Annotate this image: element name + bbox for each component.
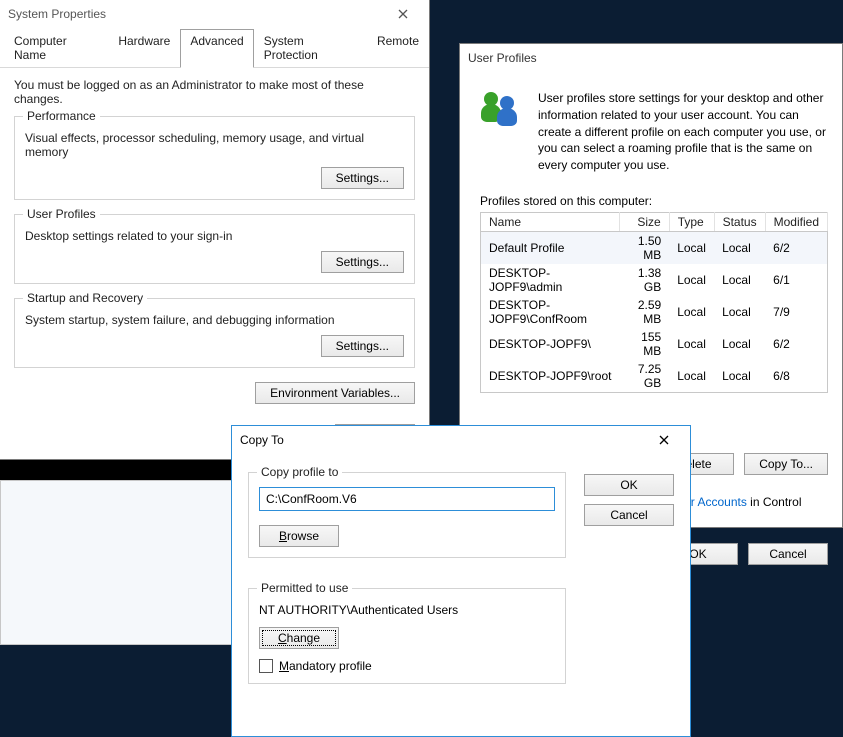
cell-size: 2.59 MB [620, 296, 669, 328]
window-title: System Properties [8, 7, 106, 21]
cell-size: 1.50 MB [620, 231, 669, 264]
cell-status: Local [714, 231, 765, 264]
titlebar[interactable]: System Properties [0, 0, 429, 28]
titlebar[interactable]: User Profiles [460, 44, 842, 72]
mandatory-profile-checkbox[interactable] [259, 659, 273, 673]
col-name[interactable]: Name [481, 212, 620, 231]
tab-advanced[interactable]: Advanced [180, 29, 253, 68]
close-icon[interactable] [383, 0, 423, 28]
permitted-principal: NT AUTHORITY\Authenticated Users [259, 603, 555, 617]
close-icon[interactable] [644, 426, 684, 454]
group-permitted-to-use: Permitted to use NT AUTHORITY\Authentica… [248, 588, 566, 684]
cell-modified: 6/2 [765, 231, 827, 264]
cell-size: 155 MB [620, 328, 669, 360]
users-icon [480, 90, 524, 134]
window-title: User Profiles [468, 51, 537, 65]
admin-note: You must be logged on as an Administrato… [14, 78, 415, 106]
group-legend: Permitted to use [257, 581, 352, 595]
tab-computer-name[interactable]: Computer Name [4, 29, 108, 68]
copy-profile-path-input[interactable] [259, 487, 555, 511]
cell-size: 1.38 GB [620, 264, 669, 296]
cancel-button[interactable]: Cancel [584, 504, 674, 526]
startup-settings-button[interactable]: Settings... [321, 335, 404, 357]
group-startup-recovery: Startup and Recovery System startup, sys… [14, 298, 415, 368]
cell-size: 7.25 GB [620, 360, 669, 393]
cell-modified: 6/2 [765, 328, 827, 360]
user-profiles-text: Desktop settings related to your sign-in [25, 229, 404, 243]
copy-to-button[interactable]: Copy To... [744, 453, 828, 475]
tabs: Computer Name Hardware Advanced System P… [0, 28, 429, 68]
copy-to-body: Copy profile to BBrowserowse Permitted t… [232, 454, 690, 694]
cell-status: Local [714, 360, 765, 393]
startup-text: System startup, system failure, and debu… [25, 313, 404, 327]
cell-name: DESKTOP-JOPF9\ [481, 328, 620, 360]
table-row[interactable]: DESKTOP-JOPF9\155 MBLocalLocal6/2 [481, 328, 828, 360]
col-modified[interactable]: Modified [765, 212, 827, 231]
cell-status: Local [714, 328, 765, 360]
user-profiles-settings-button[interactable]: Settings... [321, 251, 404, 273]
group-user-profiles: User Profiles Desktop settings related t… [14, 214, 415, 284]
cancel-button[interactable]: Cancel [748, 543, 828, 565]
mandatory-profile-label[interactable]: Mandatory profileMandatory profile [279, 659, 372, 673]
cell-name: Default Profile [481, 231, 620, 264]
cell-type: Local [669, 296, 714, 328]
cell-modified: 7/9 [765, 296, 827, 328]
group-performance: Performance Visual effects, processor sc… [14, 116, 415, 200]
group-legend: User Profiles [23, 207, 100, 221]
group-copy-profile-to: Copy profile to BBrowserowse [248, 472, 566, 558]
group-legend: Copy profile to [257, 465, 342, 479]
cell-status: Local [714, 264, 765, 296]
cell-modified: 6/8 [765, 360, 827, 393]
col-size[interactable]: Size [620, 212, 669, 231]
cell-type: Local [669, 264, 714, 296]
tab-remote[interactable]: Remote [367, 29, 429, 68]
col-type[interactable]: Type [669, 212, 714, 231]
intro-text: User profiles store settings for your de… [538, 90, 828, 174]
group-legend: Performance [23, 109, 100, 123]
tab-hardware[interactable]: Hardware [108, 29, 180, 68]
group-legend: Startup and Recovery [23, 291, 147, 305]
col-status[interactable]: Status [714, 212, 765, 231]
performance-settings-button[interactable]: Settings... [321, 167, 404, 189]
cell-type: Local [669, 328, 714, 360]
table-row[interactable]: DESKTOP-JOPF9\root7.25 GBLocalLocal6/8 [481, 360, 828, 393]
cell-type: Local [669, 360, 714, 393]
browse-button[interactable]: BBrowserowse [259, 525, 339, 547]
table-row[interactable]: DESKTOP-JOPF9\admin1.38 GBLocalLocal6/1 [481, 264, 828, 296]
window-title: Copy To [240, 433, 284, 447]
tab-system-protection[interactable]: System Protection [254, 29, 367, 68]
system-properties-window: System Properties Computer Name Hardware… [0, 0, 430, 460]
cell-name: DESKTOP-JOPF9\ConfRoom [481, 296, 620, 328]
cell-name: DESKTOP-JOPF9\root [481, 360, 620, 393]
environment-variables-button[interactable]: Environment Variables... [255, 382, 415, 404]
ok-button[interactable]: OK [584, 474, 674, 496]
titlebar[interactable]: Copy To [232, 426, 690, 454]
cell-status: Local [714, 296, 765, 328]
profiles-table[interactable]: Name Size Type Status Modified Default P… [480, 212, 828, 393]
table-row[interactable]: DESKTOP-JOPF9\ConfRoom2.59 MBLocalLocal7… [481, 296, 828, 328]
cell-type: Local [669, 231, 714, 264]
performance-text: Visual effects, processor scheduling, me… [25, 131, 404, 159]
copy-to-dialog: Copy To Copy profile to BBrowserowse Per… [231, 425, 691, 737]
table-row[interactable]: Default Profile1.50 MBLocalLocal6/2 [481, 231, 828, 264]
cell-name: DESKTOP-JOPF9\admin [481, 264, 620, 296]
profiles-stored-label: Profiles stored on this computer: [480, 194, 828, 208]
change-button[interactable]: ChangeChange [259, 627, 339, 649]
system-properties-body: You must be logged on as an Administrato… [0, 68, 429, 416]
cell-modified: 6/1 [765, 264, 827, 296]
